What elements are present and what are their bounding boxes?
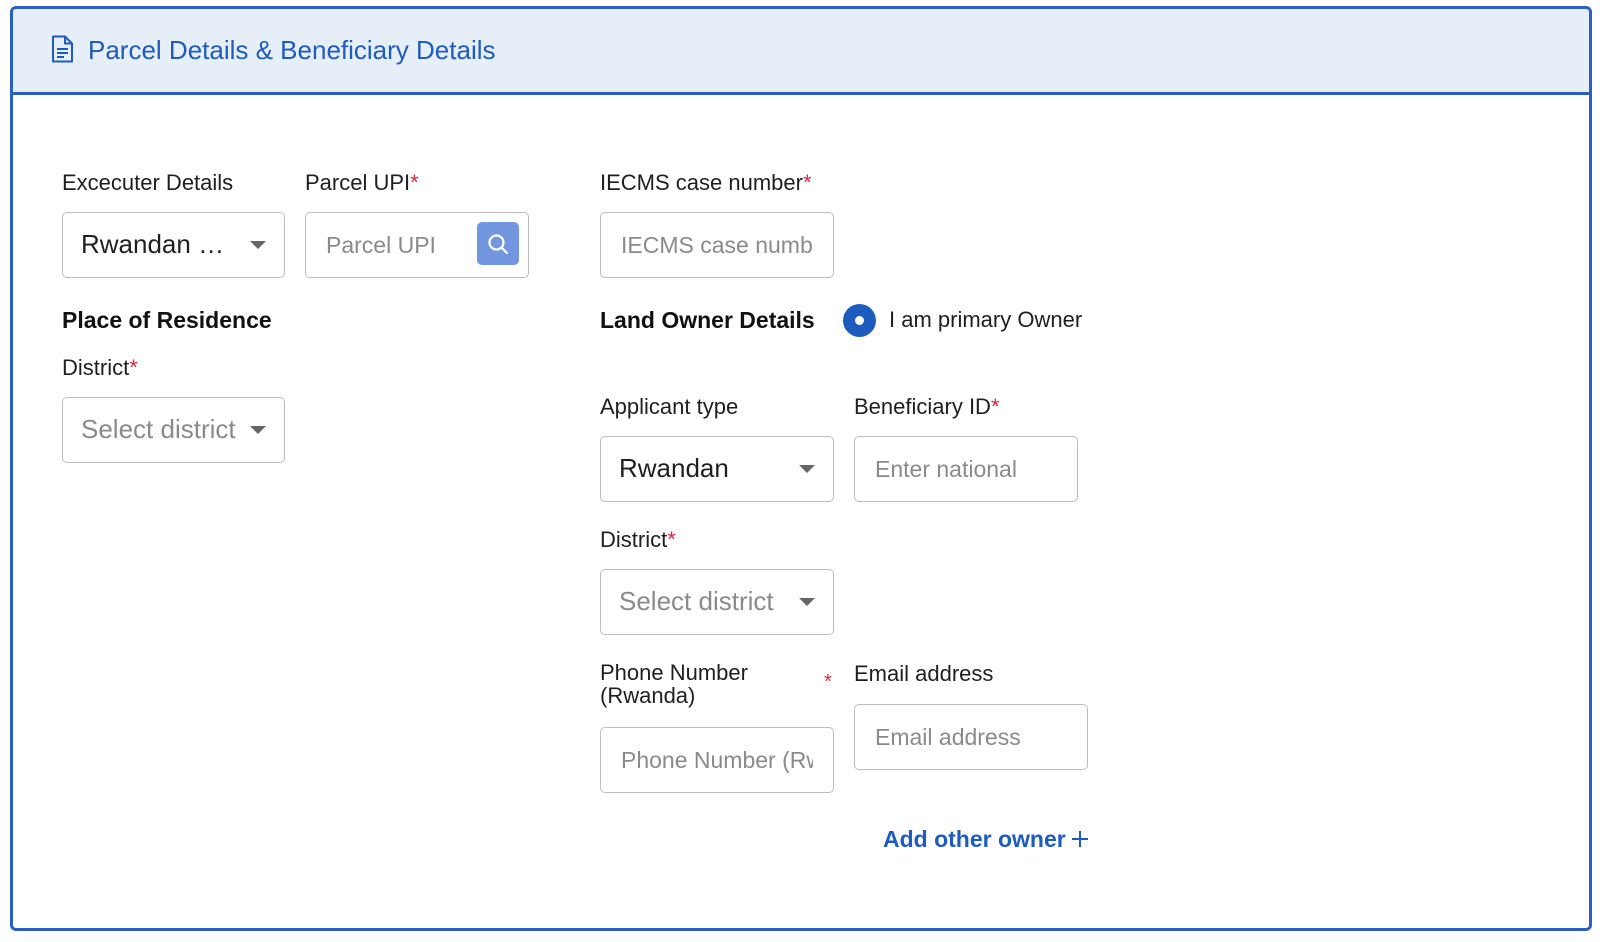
document-icon xyxy=(52,35,73,63)
parcel-upi-search-button[interactable] xyxy=(477,222,519,265)
email-address-label: Email address xyxy=(854,661,994,686)
owner-district-label: District* xyxy=(600,527,676,552)
owner-district-select[interactable]: Select district xyxy=(600,569,834,635)
residence-district-placeholder: Select district xyxy=(81,414,236,444)
required-mark: * xyxy=(824,671,832,693)
required-mark: * xyxy=(129,355,138,380)
applicant-type-select[interactable]: Rwandan xyxy=(600,436,834,502)
residence-district-select[interactable]: Select district xyxy=(62,397,285,463)
executer-details-label: Excecuter Details xyxy=(62,170,234,195)
search-icon xyxy=(488,233,509,254)
executer-details-select[interactable]: Rwandan w... xyxy=(62,212,285,278)
email-address-input[interactable] xyxy=(854,704,1088,770)
plus-icon xyxy=(1071,831,1088,847)
card-title: Parcel Details & Beneficiary Details xyxy=(88,35,496,65)
primary-owner-radio[interactable] xyxy=(843,304,876,337)
chevron-down-icon xyxy=(799,598,815,606)
add-other-owner-label: Add other owner xyxy=(883,826,1066,852)
iecms-label: IECMS case number* xyxy=(600,170,812,195)
required-mark: * xyxy=(410,170,419,195)
chevron-down-icon xyxy=(799,465,815,473)
parcel-upi-label: Parcel UPI* xyxy=(305,170,419,195)
card-header: Parcel Details & Beneficiary Details xyxy=(13,9,1589,95)
beneficiary-id-label: Beneficiary ID* xyxy=(854,394,1000,419)
place-of-residence-title: Place of Residence xyxy=(62,307,272,333)
executer-details-value: Rwandan w... xyxy=(81,229,236,259)
chevron-down-icon xyxy=(250,241,266,249)
phone-number-label: Phone Number (Rwanda) xyxy=(600,660,748,708)
required-mark: * xyxy=(667,527,676,552)
applicant-type-value: Rwandan xyxy=(619,453,729,483)
land-owner-details-title: Land Owner Details xyxy=(600,307,815,333)
required-mark: * xyxy=(802,170,812,195)
beneficiary-id-input[interactable] xyxy=(854,436,1078,502)
primary-owner-label[interactable]: I am primary Owner xyxy=(889,307,1082,333)
owner-district-placeholder: Select district xyxy=(619,586,774,616)
chevron-down-icon xyxy=(250,426,266,434)
residence-district-label: District* xyxy=(62,355,138,380)
iecms-case-number-input[interactable] xyxy=(600,212,834,278)
phone-number-input[interactable] xyxy=(600,727,834,793)
applicant-type-label: Applicant type xyxy=(600,394,739,419)
required-mark: * xyxy=(990,394,1000,419)
add-other-owner-button[interactable]: Add other owner xyxy=(883,825,1090,853)
